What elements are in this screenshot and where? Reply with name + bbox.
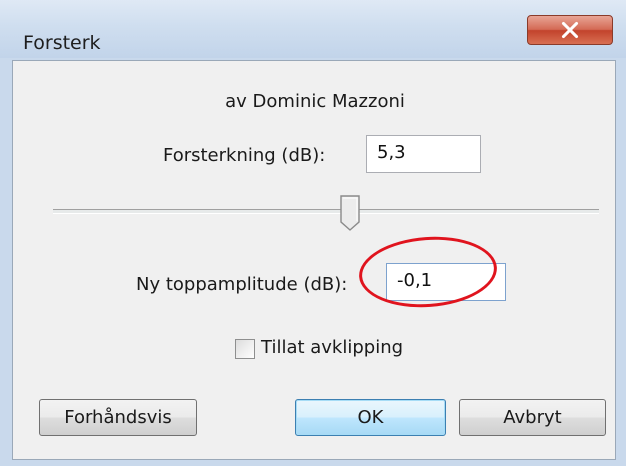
dialog-body: av Dominic Mazzoni Forsterkning (dB): 5,…: [12, 60, 616, 460]
title-bar[interactable]: Forsterk: [0, 0, 626, 58]
gain-label: Forsterkning (dB):: [163, 145, 326, 166]
window-title: Forsterk: [23, 32, 101, 54]
close-icon: [561, 21, 579, 39]
gain-slider-track[interactable]: [53, 209, 599, 214]
cancel-button[interactable]: Avbryt: [459, 399, 606, 436]
peak-amplitude-input[interactable]: -0,1: [386, 263, 506, 301]
preview-button[interactable]: Forhåndsvis: [39, 399, 197, 436]
author-text: av Dominic Mazzoni: [225, 91, 405, 112]
gain-input[interactable]: 5,3: [366, 135, 481, 173]
dialog-window: Forsterk av Dominic Mazzoni Forsterkning…: [0, 0, 626, 466]
allow-clipping-checkbox[interactable]: [235, 339, 255, 359]
close-button[interactable]: [527, 15, 613, 45]
allow-clipping-label: Tillat avklipping: [261, 337, 404, 358]
ok-button[interactable]: OK: [295, 399, 446, 436]
peak-amplitude-label: Ny toppamplitude (dB):: [136, 274, 348, 295]
gain-slider-thumb[interactable]: [340, 195, 360, 231]
